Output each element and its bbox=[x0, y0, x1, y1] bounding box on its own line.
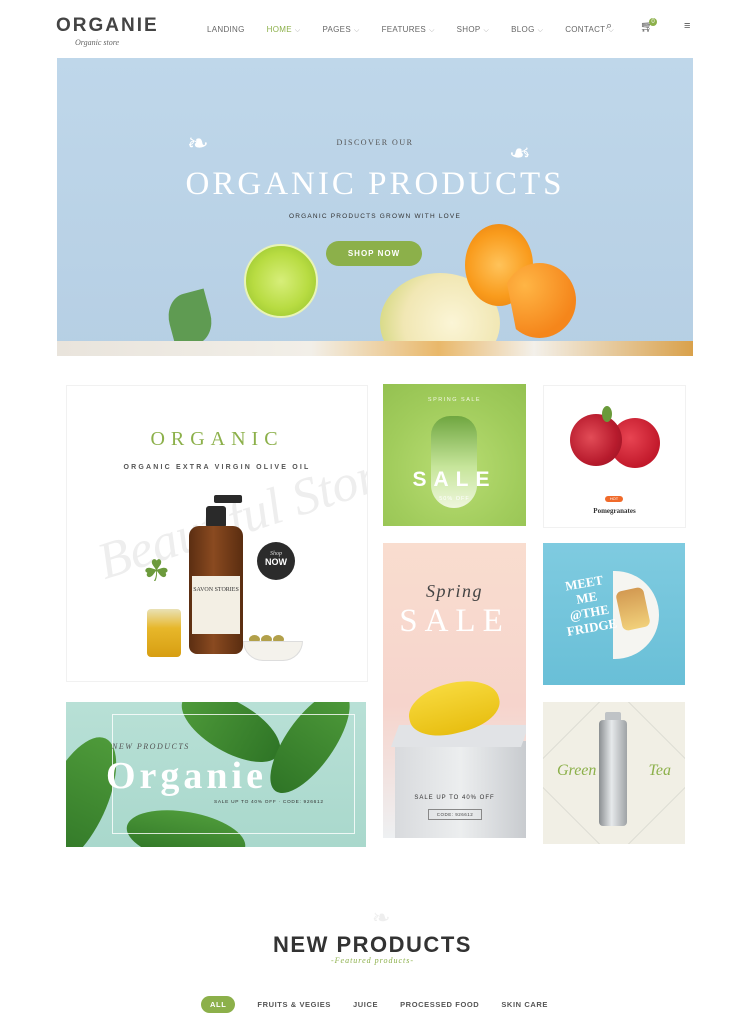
hot-badge: HOT bbox=[605, 496, 623, 502]
pedestal bbox=[395, 741, 526, 838]
banner-title: Organie bbox=[106, 755, 267, 797]
banner-title: SALE bbox=[412, 468, 497, 491]
bottle-neck bbox=[206, 506, 226, 528]
banner-organie[interactable]: NEW PRODUCTS Organie SALE UP TO 40% OFF … bbox=[66, 702, 366, 847]
banner-spring-sale[interactable]: Spring SALE SALE UP TO 40% OFF CODE: 926… bbox=[383, 543, 526, 838]
hero-subtitle: ORGANIC PRODUCTS GROWN WITH LOVE bbox=[288, 213, 461, 220]
hero-banner: ❧ ❧ DISCOVER OUR ORGANIC PRODUCTS ORGANI… bbox=[57, 58, 693, 356]
nav-item-blog[interactable]: BLOG ⌵ bbox=[511, 25, 543, 35]
orange-slice-image bbox=[503, 263, 576, 338]
fennel-image bbox=[431, 416, 477, 508]
nav-item-label: PAGES bbox=[322, 25, 351, 34]
chevron-down-icon: ⌵ bbox=[353, 27, 360, 34]
tea-title: Green Tea bbox=[557, 762, 671, 780]
filter-tab[interactable]: SKIN CARE bbox=[501, 1000, 548, 1009]
pomegranate-open-image bbox=[570, 414, 622, 466]
banner-green-tea[interactable]: Green Tea bbox=[543, 702, 685, 844]
filter-tab[interactable]: ALL bbox=[201, 996, 236, 1013]
banner-big-text: SALE bbox=[399, 603, 510, 639]
cart-count-badge: 0 bbox=[649, 18, 657, 26]
site-header: ORGANIE Organic store LANDING HOME ⌵ PAGES ⌵… bbox=[0, 0, 745, 58]
filter-tab[interactable]: FRUITS & VEGIES bbox=[257, 1000, 331, 1009]
banner-title: Spring bbox=[425, 581, 483, 601]
logo-tagline: Organic store bbox=[75, 38, 120, 47]
nav-item-label: CONTACT bbox=[565, 25, 606, 34]
tea-title-left: Green bbox=[557, 762, 597, 779]
logo[interactable]: ORGANIE Organic store bbox=[56, 15, 159, 47]
filter-tab[interactable]: JUICE bbox=[353, 1000, 378, 1009]
banner-fridge[interactable]: MEET ME @THE FRIDGE bbox=[543, 543, 685, 685]
main-nav: LANDING HOME ⌵ PAGES ⌵ FEATURES ⌵ SHOP ⌵ BLOG ⌵ CON… bbox=[207, 25, 636, 35]
nav-item-label: LANDING bbox=[207, 25, 245, 34]
leaf-icon bbox=[602, 406, 612, 422]
nav-item-label: SHOP bbox=[456, 25, 481, 34]
search-icon[interactable]: ⌕ bbox=[606, 20, 612, 33]
section-title: NEW PRODUCTS bbox=[273, 932, 472, 957]
nav-item-shop[interactable]: SHOP ⌵ bbox=[457, 25, 489, 35]
banner-title: ORGANIC bbox=[150, 428, 284, 450]
product-name: Pomegranates bbox=[593, 507, 636, 515]
nav-item-home[interactable]: HOME ⌵ bbox=[267, 25, 301, 35]
shop-now-button[interactable]: SHOP NOW bbox=[326, 241, 422, 266]
badge-big-text: NOW bbox=[265, 557, 287, 567]
chevron-down-icon: ⌵ bbox=[429, 27, 435, 34]
hero-title: ORGANIC PRODUCTS bbox=[185, 166, 565, 202]
chevron-down-icon: ⌵ bbox=[537, 27, 544, 34]
banner-subtitle: ORGANIC EXTRA VIRGIN OLIVE OIL bbox=[123, 464, 311, 471]
logo-text: ORGANIE bbox=[56, 15, 159, 36]
banner-offer: SALE UP TO 40% OFF bbox=[414, 795, 495, 801]
nav-item-features[interactable]: FEATURES ⌵ bbox=[382, 25, 435, 35]
bowl-image bbox=[243, 641, 303, 661]
nav-item-label: BLOG bbox=[511, 25, 535, 34]
banner-discount: 50% OFF bbox=[439, 496, 470, 502]
filter-tab[interactable]: PROCESSED FOOD bbox=[400, 1000, 479, 1009]
banner-offer: SALE UP TO 40% OFF · CODE: 926612 bbox=[214, 800, 324, 805]
hero-bottom-strip bbox=[57, 341, 693, 356]
shop-now-badge[interactable]: Shop NOW bbox=[257, 542, 295, 580]
lime-image bbox=[244, 244, 318, 318]
hero-pretitle: DISCOVER OUR bbox=[336, 138, 414, 147]
nav-item-label: FEATURES bbox=[381, 25, 427, 34]
chevron-down-icon: ⌵ bbox=[483, 27, 490, 34]
chevron-down-icon: ⌵ bbox=[294, 27, 301, 34]
banner-pomegranates[interactable]: HOT Pomegranates bbox=[543, 385, 686, 528]
nav-item-pages[interactable]: PAGES ⌵ bbox=[322, 25, 359, 35]
olive-oil-jar-image bbox=[147, 609, 181, 657]
bottle-label: SAVON STORIES bbox=[192, 576, 240, 634]
menu-icon[interactable]: ≡ bbox=[684, 20, 690, 32]
nav-item-label: HOME bbox=[266, 25, 292, 34]
banner-spring-sale-small[interactable]: SPRING SALE SALE 50% OFF bbox=[383, 384, 526, 526]
banner-olive-oil[interactable]: Beautiful Store ORGANIC ORGANIC EXTRA VI… bbox=[66, 385, 368, 682]
section-subtitle: -Featured products- bbox=[330, 956, 415, 965]
bottle-pump bbox=[214, 495, 242, 503]
tea-title-right: Tea bbox=[648, 762, 671, 779]
coupon-code: CODE: 926612 bbox=[428, 809, 482, 820]
banner-pretitle: SPRING SALE bbox=[427, 397, 482, 403]
fridge-lettering: MEET ME @THE FRIDGE bbox=[552, 570, 623, 640]
herb-sprig-icon: ☘ bbox=[143, 555, 170, 588]
section-leaf-icon: ❧ bbox=[372, 905, 391, 930]
nav-item-landing[interactable]: LANDING bbox=[207, 25, 245, 35]
product-filter-tabs: ALL FRUITS & VEGIES JUICE PROCESSED FOOD SKI… bbox=[201, 996, 570, 1013]
banner-pretitle: NEW PRODUCTS bbox=[112, 742, 190, 751]
